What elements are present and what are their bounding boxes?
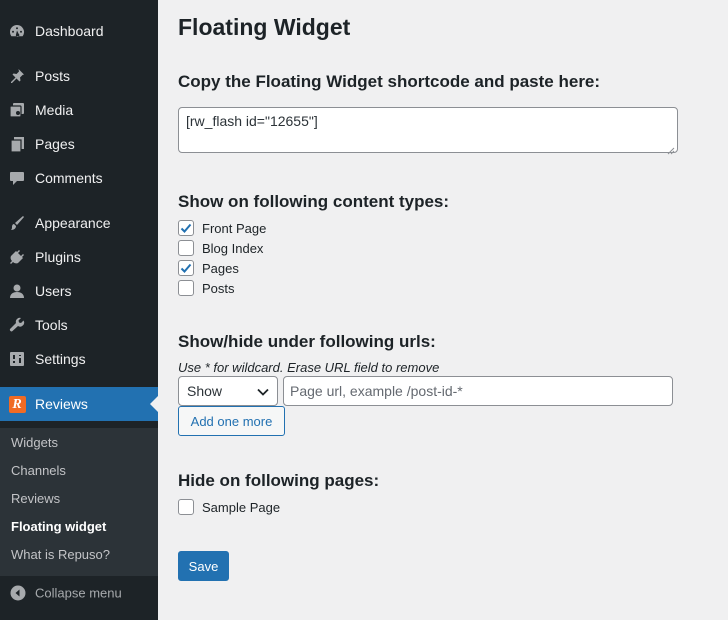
sidebar-item-dashboard[interactable]: Dashboard	[0, 14, 158, 48]
sidebar-item-appearance[interactable]: Appearance	[0, 206, 158, 240]
repuso-logo-icon: R	[8, 395, 26, 413]
add-one-more-label: Add one more	[190, 413, 273, 429]
sidebar-item-plugins[interactable]: Plugins	[0, 240, 158, 274]
checkbox-posts[interactable]	[178, 280, 194, 296]
show-hide-select[interactable]: Show	[178, 376, 278, 406]
admin-sidebar: Dashboard Posts Media Pages Comments App…	[0, 0, 158, 620]
save-button[interactable]: Save	[178, 551, 229, 581]
content-types-heading: Show on following content types:	[178, 192, 450, 211]
comment-icon	[8, 169, 26, 187]
pages-icon	[8, 135, 26, 153]
dashboard-icon	[8, 22, 26, 40]
user-icon	[8, 282, 26, 300]
wrench-icon	[8, 316, 26, 334]
add-one-more-button[interactable]: Add one more	[178, 406, 285, 436]
select-value: Show	[187, 383, 223, 399]
urls-hint: Use * for wildcard. Erase URL field to r…	[178, 360, 440, 375]
hide-pages-heading: Hide on following pages:	[178, 471, 380, 490]
checkbox-pages[interactable]	[178, 260, 194, 276]
sidebar-item-settings[interactable]: Settings	[0, 342, 158, 376]
sidebar-item-label: Users	[35, 283, 72, 299]
checkmark-icon	[180, 223, 192, 233]
sidebar-item-label: Pages	[35, 136, 75, 152]
repuso-logo-letter: R	[8, 395, 26, 413]
sidebar-item-label: Appearance	[35, 215, 111, 231]
settings-icon	[8, 350, 26, 368]
sidebar-item-media[interactable]: Media	[0, 93, 158, 127]
media-icon	[8, 101, 26, 119]
checkmark-icon	[180, 263, 192, 273]
sidebar-item-label: Media	[35, 102, 74, 118]
sidebar-item-label: Posts	[35, 68, 71, 84]
collapse-arrow-icon	[9, 584, 27, 602]
shortcode-heading: Copy the Floating Widget shortcode and p…	[178, 72, 601, 91]
content-type-pages[interactable]: Pages	[178, 260, 239, 276]
sidebar-item-posts[interactable]: Posts	[0, 59, 158, 93]
sidebar-item-label: Plugins	[35, 249, 81, 265]
page-title: Floating Widget	[178, 14, 351, 40]
hide-page-sample-page[interactable]: Sample Page	[178, 499, 280, 515]
url-placeholder: Page url, example /post-id-*	[290, 383, 463, 399]
sidebar-item-label: Reviews	[35, 396, 88, 412]
sidebar-item-pages[interactable]: Pages	[0, 127, 158, 161]
checkbox-front-page[interactable]	[178, 220, 194, 236]
paintbrush-icon	[8, 214, 26, 232]
sidebar-item-label: Comments	[35, 170, 103, 186]
collapse-menu-button[interactable]: Collapse menu	[0, 576, 158, 610]
content-type-front-page[interactable]: Front Page	[178, 220, 266, 236]
checkbox-label: Front Page	[202, 220, 267, 236]
pushpin-icon	[8, 67, 26, 85]
collapse-menu-label: Collapse menu	[35, 585, 122, 601]
sidebar-item-label: Dashboard	[35, 23, 104, 39]
reviews-submenu: Widgets Channels Reviews Floating widget…	[0, 428, 158, 576]
sidebar-item-users[interactable]: Users	[0, 274, 158, 308]
submenu-item-floating-widget[interactable]: Floating widget	[11, 519, 106, 534]
checkbox-blog-index[interactable]	[178, 240, 194, 256]
sidebar-item-comments[interactable]: Comments	[0, 161, 158, 195]
save-label: Save	[188, 558, 219, 574]
checkbox-label: Posts	[202, 280, 235, 296]
page-url-input[interactable]: Page url, example /post-id-*	[283, 376, 673, 406]
plugin-icon	[8, 248, 26, 266]
sidebar-item-label: Settings	[35, 351, 86, 367]
submenu-item-channels[interactable]: Channels	[11, 463, 66, 478]
checkbox-sample-page[interactable]	[178, 499, 194, 515]
sidebar-item-tools[interactable]: Tools	[0, 308, 158, 342]
submenu-item-what-is-repuso[interactable]: What is Repuso?	[11, 547, 110, 562]
sidebar-item-label: Tools	[35, 317, 68, 333]
urls-heading: Show/hide under following urls:	[178, 332, 436, 351]
checkbox-label: Pages	[202, 260, 239, 276]
resize-handle-icon[interactable]	[667, 142, 675, 155]
shortcode-textarea[interactable]: [rw_flash id="12655"]	[178, 107, 678, 155]
sidebar-item-reviews[interactable]: R Reviews	[0, 387, 158, 421]
checkbox-label: Blog Index	[202, 240, 264, 256]
content-type-blog-index[interactable]: Blog Index	[178, 240, 263, 256]
checkbox-label: Sample Page	[202, 499, 281, 515]
shortcode-value: [rw_flash id="12655"]	[186, 113, 318, 129]
submenu-item-widgets[interactable]: Widgets	[11, 435, 58, 450]
content-type-posts[interactable]: Posts	[178, 280, 235, 296]
submenu-item-reviews[interactable]: Reviews	[11, 491, 60, 506]
chevron-down-icon	[257, 383, 269, 399]
